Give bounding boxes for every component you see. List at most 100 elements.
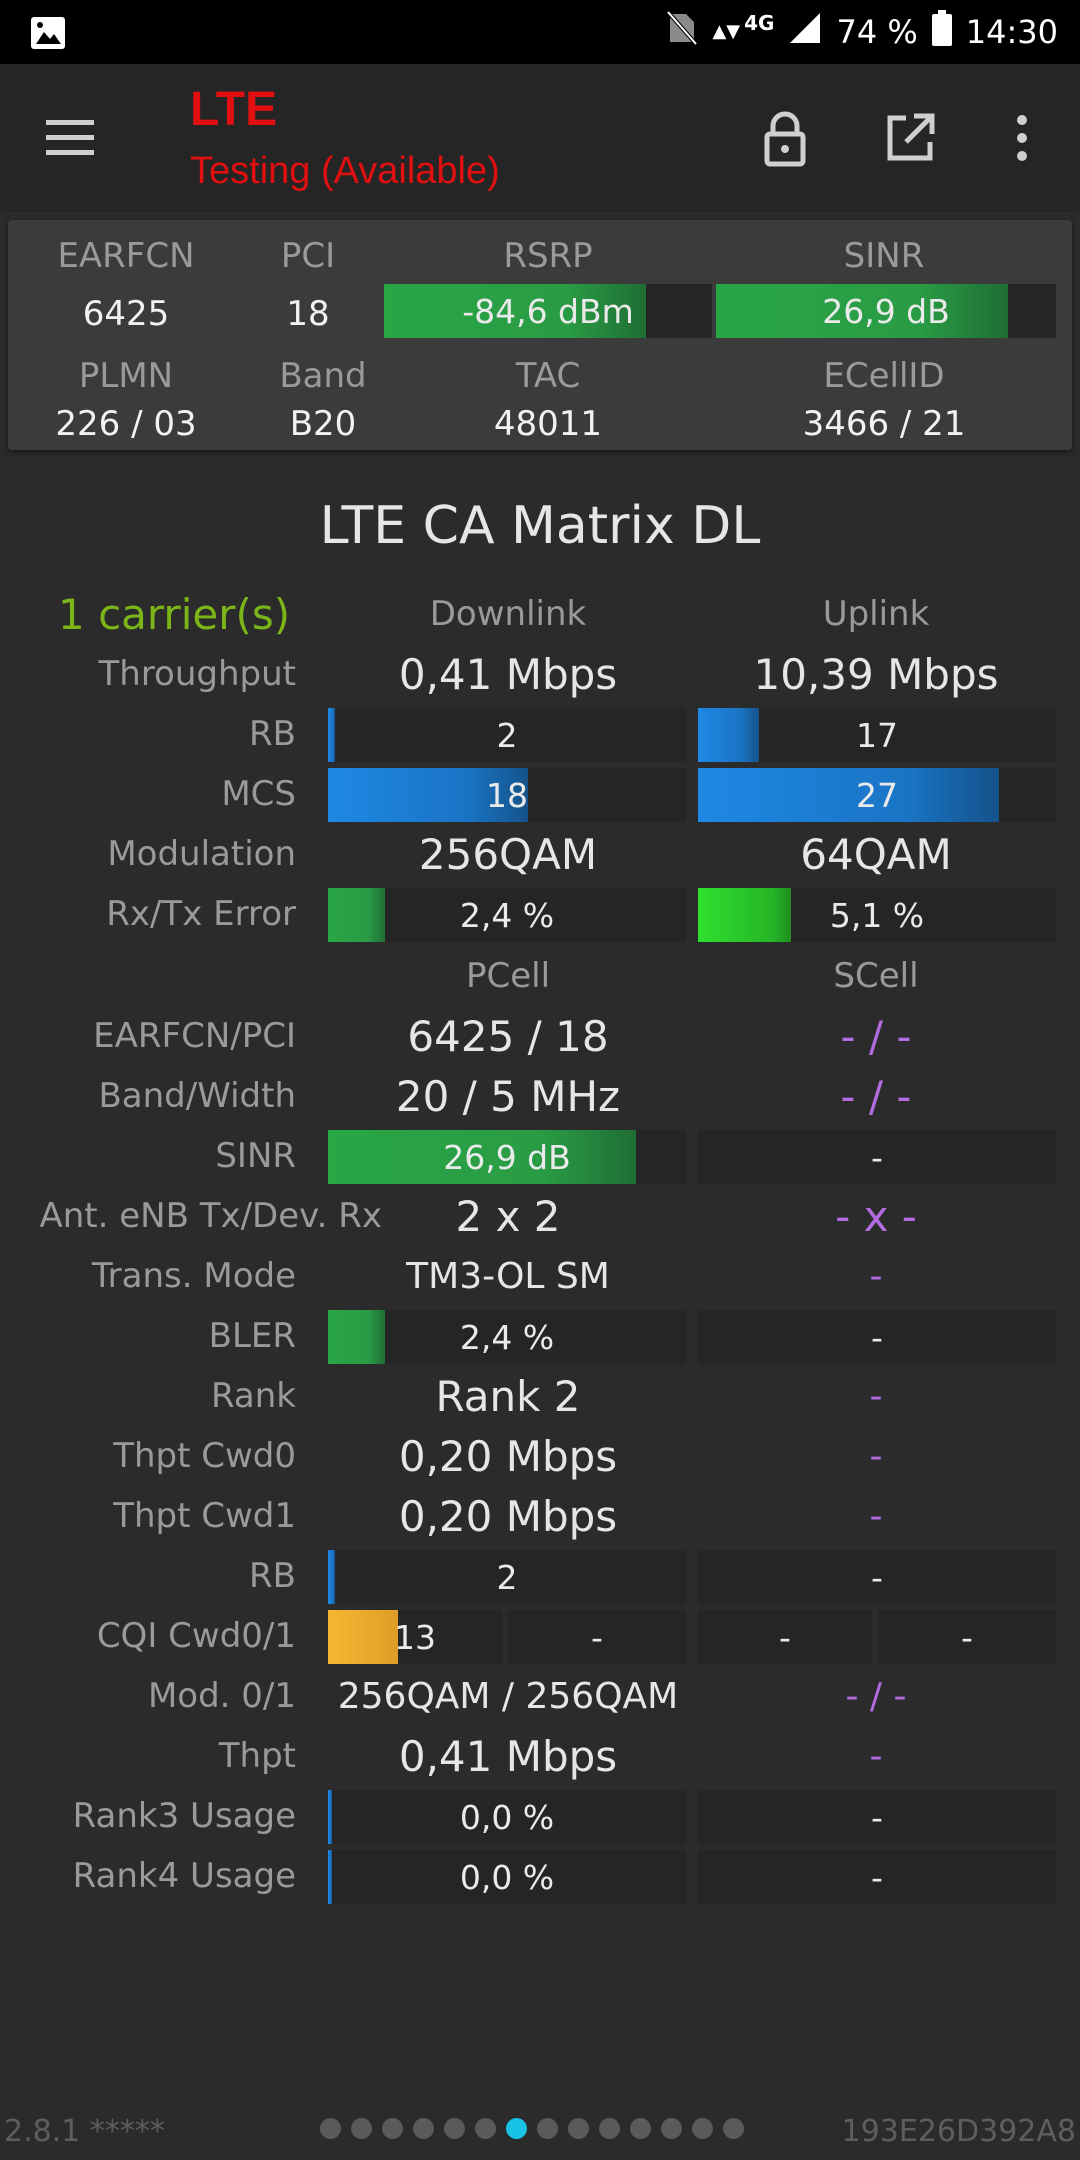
menu-icon[interactable] xyxy=(40,110,100,166)
thpt-label: Thpt xyxy=(218,1736,296,1776)
scell-thpt: - xyxy=(869,1736,883,1777)
page-dot[interactable] xyxy=(382,2118,403,2139)
uplink-error-bar: 5,1 % xyxy=(698,888,1056,942)
page-dot[interactable] xyxy=(413,2118,434,2139)
downlink-mcs-bar: 18 xyxy=(328,768,686,822)
scell-cqi1-bar: - xyxy=(878,1610,1056,1664)
pcell-cqi1-value: - xyxy=(591,1617,603,1657)
trans-mode-label: Trans. Mode xyxy=(91,1256,296,1296)
pci-value: 18 xyxy=(286,294,330,334)
downlink-error-value: 2,4 % xyxy=(459,895,555,935)
pcell-thpt: 0,41 Mbps xyxy=(398,1732,618,1781)
overflow-menu-icon[interactable] xyxy=(1000,108,1044,168)
rsrp-value: -84,6 dBm xyxy=(462,291,634,331)
pcell-rb-bar: 2 xyxy=(328,1550,686,1604)
mod01-label: Mod. 0/1 xyxy=(147,1676,296,1716)
plmn-label: PLMN xyxy=(78,356,174,396)
scell-sinr-bar: - xyxy=(698,1130,1056,1184)
no-sim-icon xyxy=(666,10,698,54)
status-bar: ▲▼ 4G 74 % 14:30 xyxy=(0,0,1080,64)
app-version: 2.8.1 ***** xyxy=(4,2114,165,2149)
pcell-cqi0-bar: 13 xyxy=(328,1610,502,1664)
pcell-sinr-bar: 26,9 dB xyxy=(328,1130,686,1184)
pcell-rb-value: 2 xyxy=(496,1557,518,1597)
pci-label: PCI xyxy=(280,236,336,276)
pcell-bler-value: 2,4 % xyxy=(459,1317,555,1357)
page-dot[interactable] xyxy=(568,2118,589,2139)
pcell-bler-bar: 2,4 % xyxy=(328,1310,686,1364)
tac-label: TAC xyxy=(515,356,581,396)
uplink-rb-bar: 17 xyxy=(698,708,1056,762)
scell-sinr-value: - xyxy=(871,1137,883,1177)
scell-rank: - xyxy=(869,1376,883,1417)
app-title: LTE xyxy=(190,83,278,136)
throughput-label: Throughput xyxy=(98,654,297,694)
page-dot[interactable] xyxy=(444,2118,465,2139)
scell-earfcn-pci: - / - xyxy=(840,1012,912,1061)
scell-thpt-cwd1: - xyxy=(869,1496,883,1537)
rank-label: Rank xyxy=(211,1376,296,1416)
rb-label: RB xyxy=(249,714,296,754)
pcell-antenna: 2 x 2 xyxy=(455,1192,561,1241)
cqi-label: CQI Cwd0/1 xyxy=(96,1616,296,1656)
pcell-thpt-cwd1: 0,20 Mbps xyxy=(398,1492,618,1541)
thpt-cwd0-label: Thpt Cwd0 xyxy=(113,1436,296,1476)
page-dot[interactable] xyxy=(475,2118,496,2139)
pcell-rank3-bar: 0,0 % xyxy=(328,1790,686,1844)
matrix-sinr-label: SINR xyxy=(215,1136,296,1176)
uplink-mcs-value: 27 xyxy=(856,775,898,815)
band-width-label: Band/Width xyxy=(98,1076,296,1116)
page-dot[interactable] xyxy=(723,2118,744,2139)
pcell-band-width: 20 / 5 MHz xyxy=(395,1072,621,1121)
scell-cqi1-value: - xyxy=(961,1617,973,1657)
scell-rank4-value: - xyxy=(871,1857,883,1897)
pcell-rank: Rank 2 xyxy=(435,1372,581,1421)
page-dot[interactable] xyxy=(351,2118,372,2139)
downlink-throughput: 0,41 Mbps xyxy=(398,650,618,699)
app-bar: LTE Testing (Available) xyxy=(0,64,1080,212)
ecellid-label: ECellID xyxy=(823,356,945,396)
page-dot[interactable] xyxy=(599,2118,620,2139)
bler-label: BLER xyxy=(208,1316,296,1356)
pcell-sinr-value: 26,9 dB xyxy=(443,1137,571,1177)
sinr-label: SINR xyxy=(843,236,925,276)
pcell-earfcn-pci: 6425 / 18 xyxy=(407,1012,609,1061)
sinr-value: 26,9 dB xyxy=(822,291,950,331)
page-dot[interactable] xyxy=(661,2118,682,2139)
signal-strength-icon xyxy=(788,11,822,53)
band-label: Band xyxy=(279,356,367,396)
pcell-trans-mode: TM3-OL SM xyxy=(406,1256,610,1297)
downlink-rb-bar: 2 xyxy=(328,708,686,762)
pcell-rank4-bar: 0,0 % xyxy=(328,1850,686,1904)
page-dot[interactable] xyxy=(506,2118,527,2139)
pcell-header: PCell xyxy=(465,956,551,996)
earfcn-value: 6425 xyxy=(82,294,170,334)
page-dot[interactable] xyxy=(692,2118,713,2139)
pcell-rank3-value: 0,0 % xyxy=(459,1797,555,1837)
lock-icon[interactable] xyxy=(755,108,815,168)
page-dot[interactable] xyxy=(537,2118,558,2139)
battery-icon xyxy=(931,10,952,54)
downlink-rb-value: 2 xyxy=(496,715,518,755)
earfcn-pci-label: EARFCN/PCI xyxy=(93,1016,296,1056)
scell-rb-value: - xyxy=(871,1557,883,1597)
page-dot[interactable] xyxy=(630,2118,651,2139)
page-indicator[interactable] xyxy=(320,2118,744,2139)
rank3-usage-label: Rank3 Usage xyxy=(72,1796,296,1836)
pcell-thpt-cwd0: 0,20 Mbps xyxy=(398,1432,618,1481)
app-subtitle: Testing (Available) xyxy=(190,150,500,192)
scell-rank3-bar: - xyxy=(698,1790,1056,1844)
mcs-label: MCS xyxy=(221,774,296,814)
earfcn-label: EARFCN xyxy=(57,236,195,276)
battery-percentage: 74 % xyxy=(836,13,918,51)
cell-info-panel: EARFCN PCI RSRP SINR 6425 18 -84,6 dBm 2… xyxy=(8,220,1072,450)
uplink-header: Uplink xyxy=(822,594,930,634)
band-value: B20 xyxy=(289,404,357,444)
open-external-icon[interactable] xyxy=(880,108,940,168)
page-dot[interactable] xyxy=(320,2118,341,2139)
scell-bler-bar: - xyxy=(698,1310,1056,1364)
rxtx-error-label: Rx/Tx Error xyxy=(106,894,296,934)
data-arrows-icon: ▲▼ xyxy=(712,21,741,42)
rsrp-bar: -84,6 dBm xyxy=(384,284,712,338)
scell-antenna: - x - xyxy=(835,1192,917,1241)
